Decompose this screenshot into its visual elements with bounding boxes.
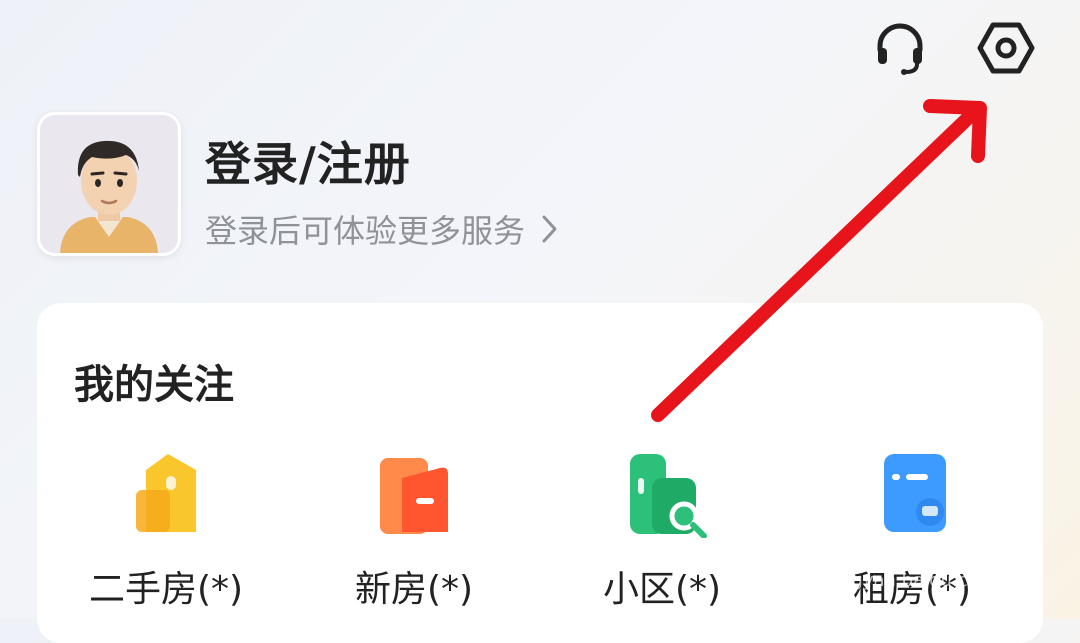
baidu-watermark-url: jingyan.baidu.com (830, 570, 997, 591)
annotation-arrow (651, 99, 987, 422)
